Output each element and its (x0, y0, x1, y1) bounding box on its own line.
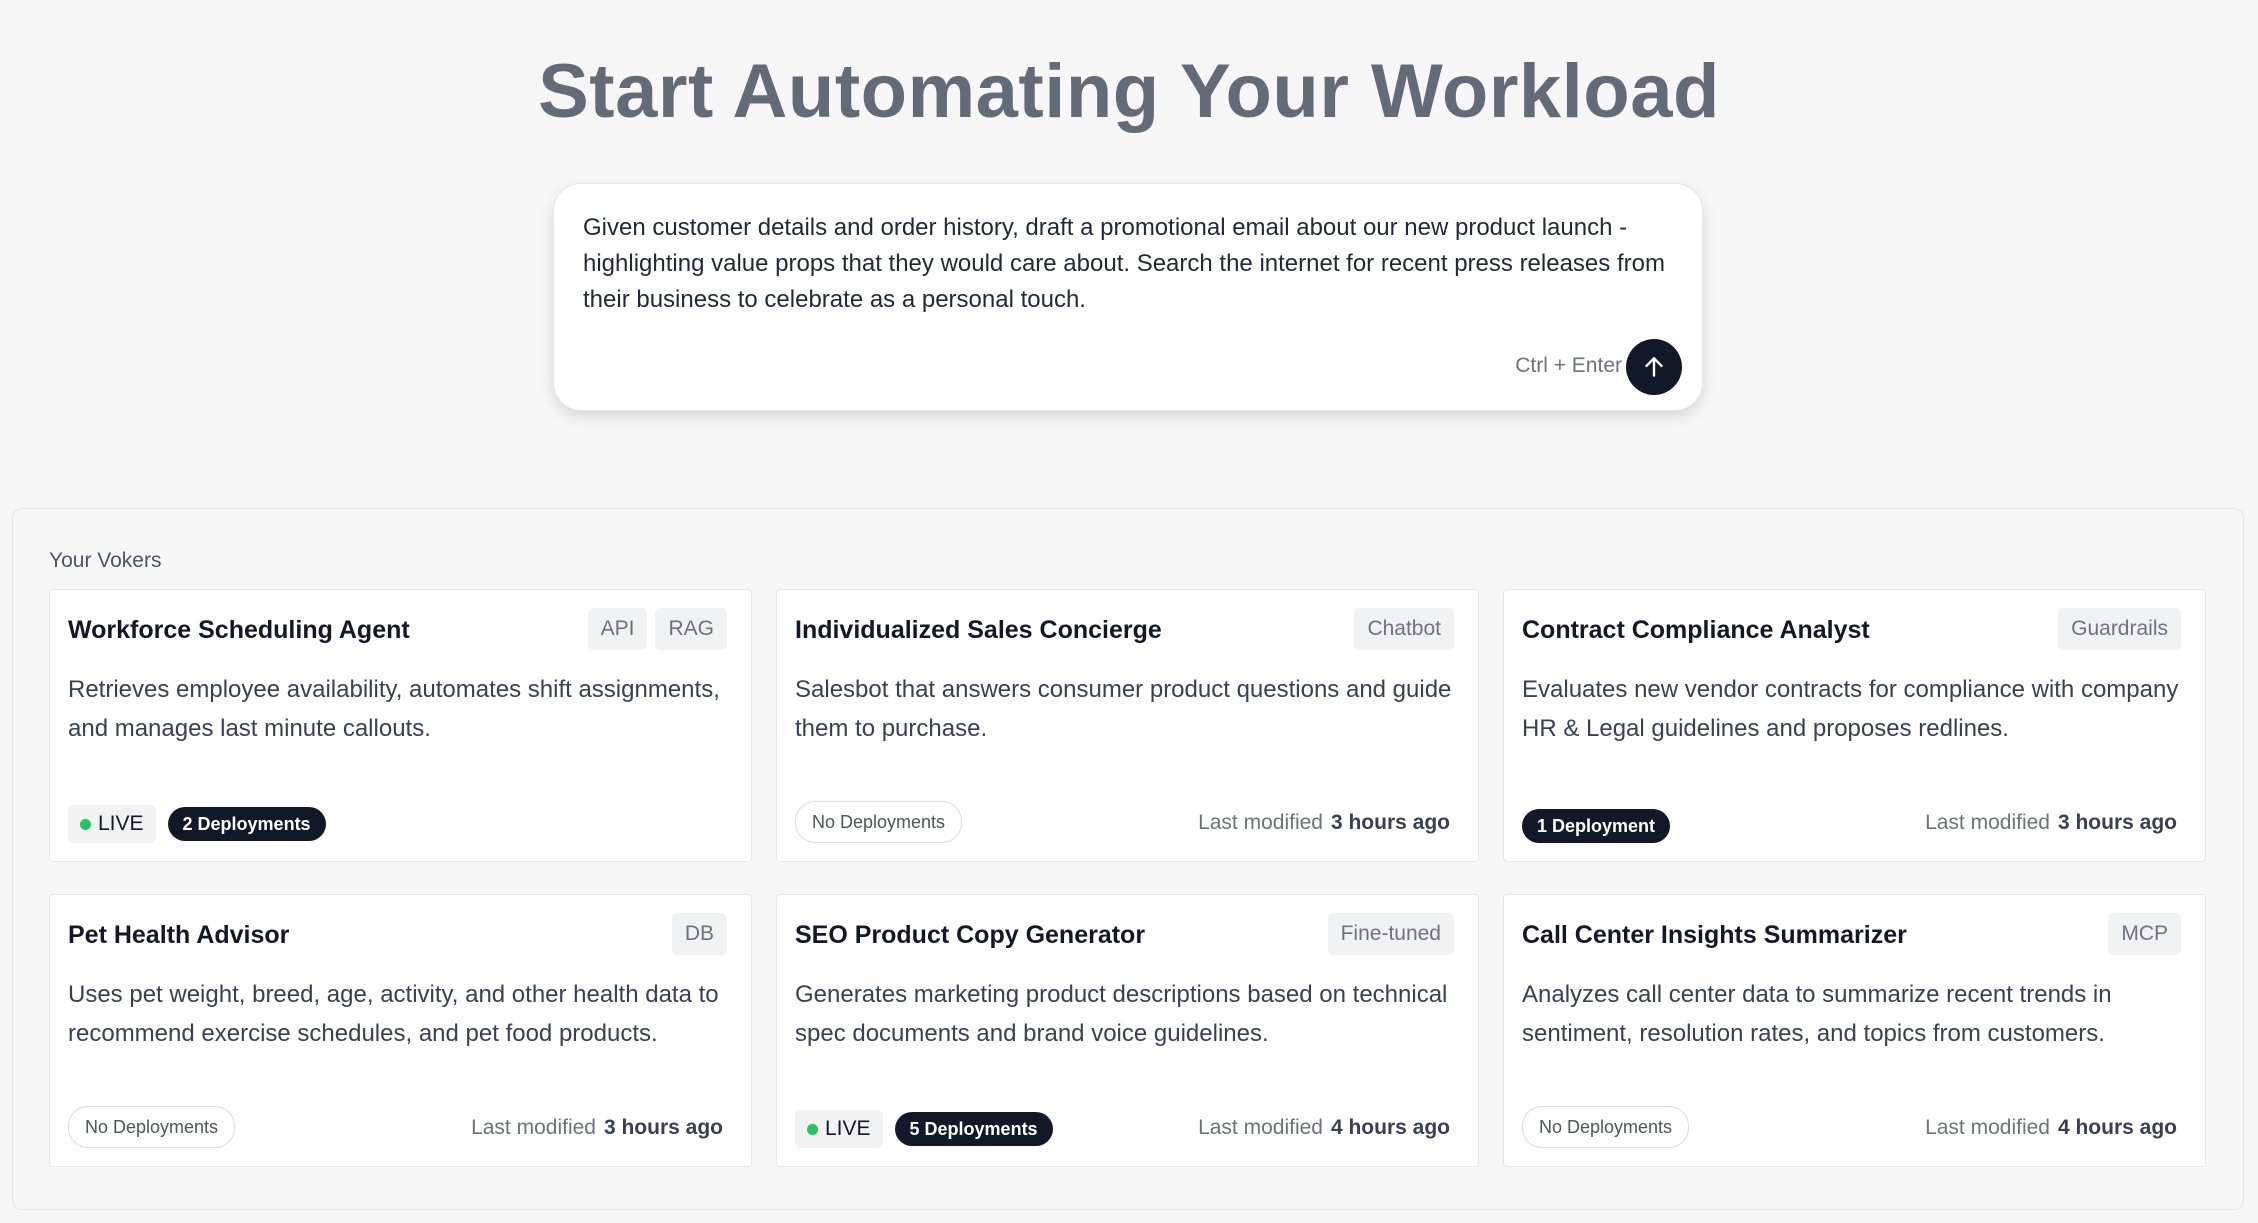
voker-card-tags: API RAG (587, 608, 727, 650)
last-modified-label: Last modified (1925, 811, 2050, 834)
voker-card-title[interactable]: Call Center Insights Summarizer (1522, 921, 1907, 950)
deployments-badge[interactable]: 5 Deployments (894, 1112, 1053, 1146)
voker-card-description: Generates marketing product descriptions… (795, 981, 1448, 1047)
deployments-badge[interactable]: No Deployments (68, 1106, 236, 1148)
prompt-box: Given customer details and order history… (553, 183, 1703, 411)
last-modified: Last modified 4 hours ago (1925, 1116, 2177, 1140)
deployments-badge[interactable]: No Deployments (1522, 1106, 1690, 1148)
last-modified-value: 3 hours ago (603, 1116, 723, 1139)
voker-card[interactable]: Contract Compliance Analyst Guardrails Eva… (1503, 589, 2206, 862)
voker-card-status: No Deployments (68, 1106, 236, 1148)
vokers-panel: Your Vokers Workforce Scheduling Agent AP… (12, 508, 2244, 1210)
last-modified: Last modified 4 hours ago (1198, 1116, 1450, 1140)
live-badge: LIVE (795, 1110, 883, 1148)
arrow-up-icon (1645, 357, 1663, 377)
voker-card-status: LIVE 5 Deployments (795, 1110, 1053, 1148)
voker-card[interactable]: Workforce Scheduling Agent API RAG Retrieve… (49, 589, 752, 862)
last-modified-value: 3 hours ago (2057, 811, 2177, 834)
capability-tag: MCP (2108, 913, 2181, 955)
voker-card[interactable]: SEO Product Copy Generator Fine-tuned Gene… (776, 894, 1479, 1167)
voker-card[interactable]: Individualized Sales Concierge Chatbot Sal… (776, 589, 1479, 862)
last-modified-value: 3 hours ago (1330, 811, 1450, 834)
last-modified: Last modified 3 hours ago (1925, 811, 2177, 835)
voker-card-title[interactable]: SEO Product Copy Generator (795, 921, 1145, 950)
voker-card-title[interactable]: Pet Health Advisor (68, 921, 289, 950)
section-label: Your Vokers (49, 549, 162, 572)
voker-card-description: Retrieves employee availability, automat… (68, 676, 720, 742)
prompt-input[interactable]: Given customer details and order history… (583, 210, 1673, 330)
capability-tag: API (587, 608, 648, 650)
capability-tag: Guardrails (2058, 608, 2181, 650)
voker-card-description: Salesbot that answers consumer product q… (795, 676, 1452, 742)
live-label: LIVE (825, 1117, 871, 1140)
voker-card-status: No Deployments (795, 801, 963, 843)
last-modified: Last modified 3 hours ago (471, 1116, 723, 1140)
capability-tag: Fine-tuned (1327, 913, 1454, 955)
deployments-badge[interactable]: No Deployments (795, 801, 963, 843)
voker-card-title[interactable]: Individualized Sales Concierge (795, 616, 1162, 645)
submit-button[interactable] (1626, 339, 1682, 395)
voker-card-description: Evaluates new vendor contracts for compl… (1522, 676, 2179, 742)
deployments-badge[interactable]: 1 Deployment (1522, 809, 1671, 843)
last-modified-value: 4 hours ago (2057, 1116, 2177, 1139)
voker-card[interactable]: Pet Health Advisor DB Uses pet weight, bre… (49, 894, 752, 1167)
deployments-badge[interactable]: 2 Deployments (167, 807, 326, 841)
last-modified-label: Last modified (1198, 811, 1323, 834)
last-modified-label: Last modified (1925, 1116, 2050, 1139)
voker-card[interactable]: Call Center Insights Summarizer MCP Analyz… (1503, 894, 2206, 1167)
shortcut-hint: Ctrl + Enter (1515, 354, 1622, 377)
voker-card-status: LIVE 2 Deployments (68, 805, 326, 843)
voker-card-status: No Deployments (1522, 1106, 1690, 1148)
voker-card-description: Uses pet weight, breed, age, activity, a… (68, 981, 719, 1047)
last-modified-label: Last modified (1198, 1116, 1323, 1139)
voker-card-tags: Guardrails (2058, 608, 2181, 650)
live-dot-icon (80, 818, 91, 830)
last-modified: Last modified 3 hours ago (1198, 811, 1450, 835)
voker-card-tags: DB (671, 913, 727, 955)
live-label: LIVE (98, 812, 144, 835)
page-title: Start Automating Your Workload (538, 49, 1720, 134)
live-dot-icon (807, 1123, 818, 1135)
voker-card-tags: Fine-tuned (1327, 913, 1454, 955)
voker-card-title[interactable]: Contract Compliance Analyst (1522, 616, 1870, 645)
voker-card-description: Analyzes call center data to summarize r… (1522, 981, 2112, 1047)
last-modified-label: Last modified (471, 1116, 596, 1139)
capability-tag: DB (671, 913, 727, 955)
voker-card-tags: MCP (2108, 913, 2181, 955)
voker-card-status: 1 Deployment (1522, 809, 1671, 843)
page: Start Automating Your Workload Given cus… (0, 0, 2258, 1223)
voker-card-tags: Chatbot (1354, 608, 1454, 650)
capability-tag: RAG (655, 608, 727, 650)
last-modified-value: 4 hours ago (1330, 1116, 1450, 1139)
live-badge: LIVE (68, 805, 156, 843)
capability-tag: Chatbot (1354, 608, 1454, 650)
voker-card-title[interactable]: Workforce Scheduling Agent (68, 616, 410, 645)
